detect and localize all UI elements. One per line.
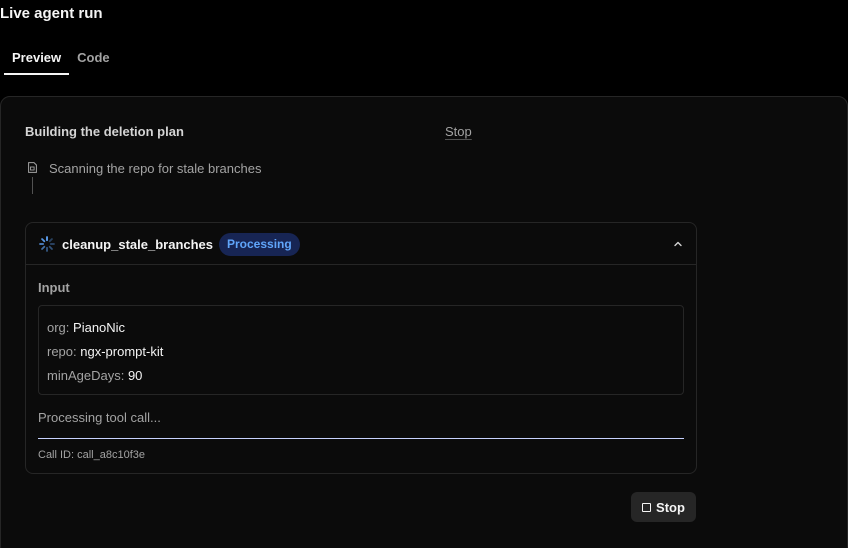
- input-value: PianoNic: [73, 320, 126, 335]
- input-row-org: org: PianoNic: [47, 316, 675, 340]
- stop-icon: [642, 502, 652, 512]
- tab-bar: Preview Code: [4, 50, 118, 75]
- status-badge: Processing: [219, 233, 300, 256]
- tool-call-card: cleanup_stale_branches Processing Input …: [25, 222, 697, 474]
- progress-line: [38, 438, 684, 439]
- file-icon: [28, 162, 37, 173]
- step-connector-line: [32, 177, 33, 194]
- stop-button[interactable]: Stop: [631, 492, 696, 522]
- processing-text: Processing tool call...: [38, 410, 161, 425]
- tool-name: cleanup_stale_branches: [62, 237, 214, 252]
- stop-button-label: Stop: [656, 499, 685, 515]
- input-key: minAgeDays:: [47, 368, 125, 383]
- input-key: repo:: [47, 344, 77, 359]
- plan-title: Building the deletion plan: [25, 124, 184, 139]
- input-value: ngx-prompt-kit: [80, 344, 164, 359]
- call-id: Call ID: call_a8c10f3e: [38, 449, 146, 461]
- spinner-icon: [39, 236, 55, 252]
- tool-call-header[interactable]: cleanup_stale_branches Processing: [26, 223, 696, 265]
- input-key: org:: [47, 320, 70, 335]
- chevron-up-icon[interactable]: [672, 238, 684, 250]
- tab-code[interactable]: Code: [69, 50, 118, 75]
- input-row-repo: repo: ngx-prompt-kit: [47, 340, 675, 364]
- input-label: Input: [38, 280, 70, 295]
- step-text: Scanning the repo for stale branches: [49, 161, 262, 176]
- input-value: 90: [127, 368, 143, 383]
- plan-stop-link[interactable]: Stop: [445, 124, 472, 139]
- page-title: Live agent run: [0, 5, 103, 22]
- input-box: org: PianoNic repo: ngx-prompt-kit minAg…: [38, 305, 684, 395]
- input-row-min-age-days: minAgeDays: 90: [47, 364, 675, 388]
- tab-preview[interactable]: Preview: [4, 50, 70, 75]
